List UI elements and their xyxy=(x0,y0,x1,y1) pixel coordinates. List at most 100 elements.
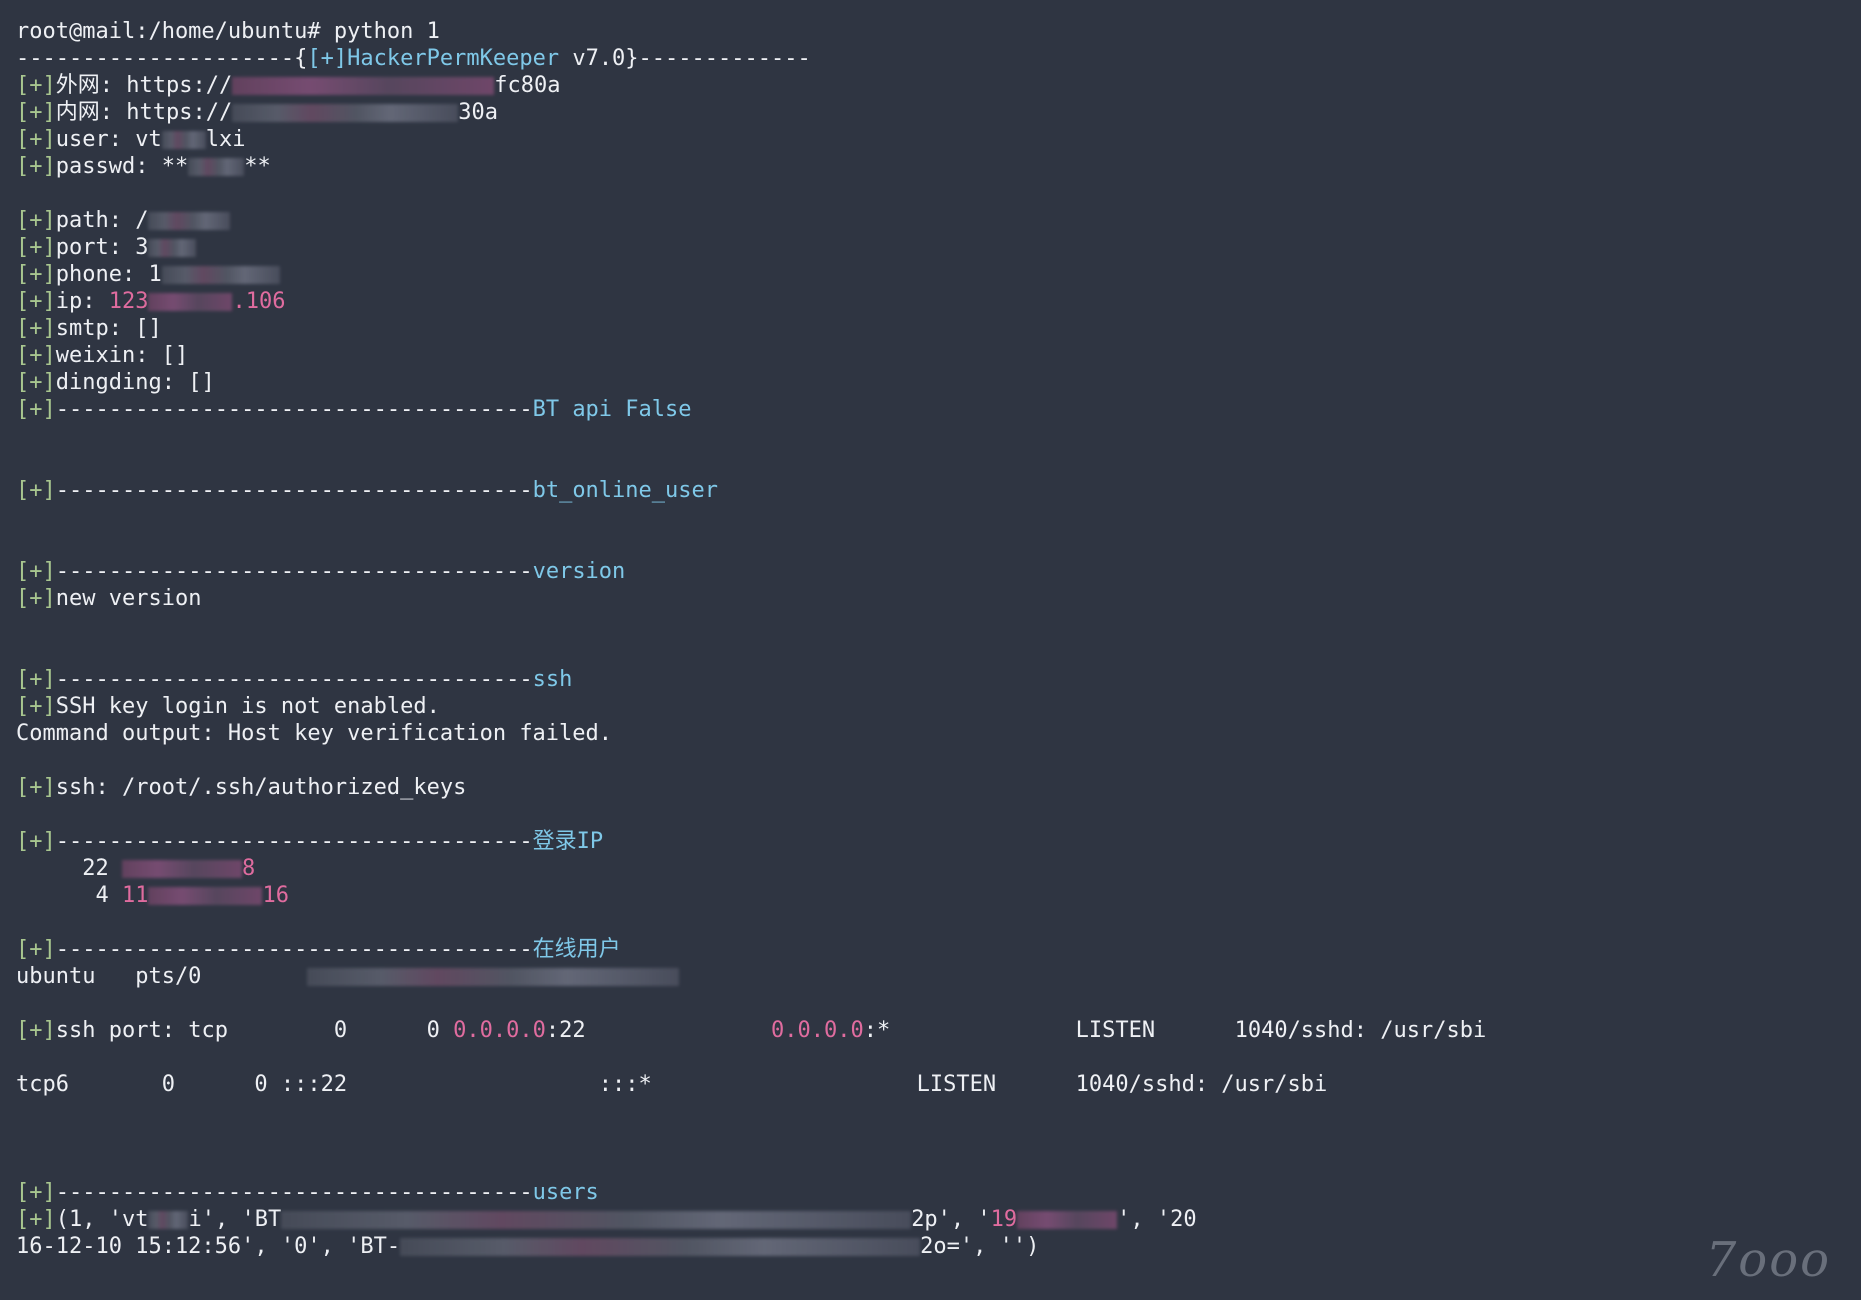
login-count: 4 xyxy=(16,883,122,908)
path-line: [+]path: / xyxy=(16,207,1861,234)
users-text: 2p', ' xyxy=(911,1207,991,1232)
phone-line: [+]phone: 1 xyxy=(16,261,1861,288)
port-value: 3 xyxy=(135,235,149,260)
dingding-value: dingding: [] xyxy=(55,370,215,395)
tcp6-line: tcp6 0 0 :::22 :::* LISTEN 1040/sshd: /u… xyxy=(16,1072,1328,1097)
redaction xyxy=(281,1211,912,1229)
users-text: i', 'BT xyxy=(188,1207,282,1232)
line-prefix: [+] xyxy=(16,559,56,584)
redaction xyxy=(1017,1211,1118,1229)
redaction xyxy=(148,1211,189,1229)
section-divider: ------------------------------------ xyxy=(55,829,533,854)
section-online-users: [+]------------------------------------在… xyxy=(16,936,1861,963)
ssh-port-local-addr: 0.0.0.0 xyxy=(453,1018,546,1043)
section-bt-api: [+]------------------------------------B… xyxy=(16,396,1861,423)
login-ip-end: 8 xyxy=(241,856,256,881)
ssh-port-line: [+]ssh port: tcp 0 0 0.0.0.0:22 0.0.0.0:… xyxy=(16,1017,1861,1044)
section-divider: ------------------------------------ xyxy=(55,667,533,692)
section-users: [+]------------------------------------u… xyxy=(16,1179,1861,1206)
banner-line: ---------------------{[+]HackerPermKeepe… xyxy=(16,45,1861,72)
line-prefix: [+] xyxy=(16,937,56,962)
user-label: user: xyxy=(55,127,136,152)
section-divider: ------------------------------------ xyxy=(55,397,533,422)
smtp-value: smtp: [] xyxy=(55,316,162,341)
line-prefix: [+] xyxy=(16,289,56,314)
ssh-key-line: [+]SSH key login is not enabled. xyxy=(16,693,1861,720)
section-divider: ------------------------------------ xyxy=(55,559,533,584)
line-prefix: [+] xyxy=(16,1207,56,1232)
phone-label: phone: xyxy=(55,262,149,287)
banner-tag: [+]HackerPermKeeper xyxy=(307,46,560,71)
redaction xyxy=(121,860,242,878)
redaction xyxy=(307,968,680,986)
section-title: users xyxy=(532,1180,599,1205)
section-divider: ------------------------------------ xyxy=(55,1180,533,1205)
section-title: 在线用户 xyxy=(532,937,621,962)
login-ip-row: 22 8 xyxy=(16,855,1861,882)
line-prefix: [+] xyxy=(16,100,56,125)
ssh-port-foreign-addr: 0.0.0.0 xyxy=(771,1018,864,1043)
passwd-label: passwd: xyxy=(55,154,162,179)
weixin-line: [+]weixin: [] xyxy=(16,342,1861,369)
passwd-value: ** xyxy=(161,154,189,179)
login-count: 22 xyxy=(16,856,122,881)
ip-line: [+]ip: 123 .106 xyxy=(16,288,1861,315)
waiwang-value-end: fc80a xyxy=(494,73,561,98)
passwd-line: [+]passwd: ** ** xyxy=(16,153,1861,180)
waiwang-label: 外网: xyxy=(55,73,127,98)
online-user-row: ubuntu pts/0 xyxy=(16,963,1861,990)
ssh-port-tail: :* LISTEN 1040/sshd: /usr/sbi xyxy=(863,1018,1487,1043)
section-divider: ------------------------------------ xyxy=(55,937,533,962)
redaction xyxy=(148,293,233,311)
ssh-port-mid: :22 xyxy=(545,1018,771,1043)
port-label: port: xyxy=(55,235,136,260)
new-version-text: new version xyxy=(55,586,202,611)
path-label: path: xyxy=(55,208,136,233)
section-divider: ------------------------------------ xyxy=(55,478,533,503)
weixin-value: weixin: [] xyxy=(55,343,189,368)
section-title: ssh xyxy=(532,667,573,692)
line-prefix: [+] xyxy=(16,370,56,395)
line-prefix: [+] xyxy=(16,73,56,98)
line-prefix: [+] xyxy=(16,316,56,341)
users-text: 2o=', '') xyxy=(920,1234,1040,1259)
users-pink-value: 19 xyxy=(990,1207,1018,1232)
user-value: vt xyxy=(135,127,162,152)
redaction xyxy=(400,1238,921,1256)
users-row: [+](1, 'vt i', 'BT 2p', '19 ', '20 xyxy=(16,1206,1861,1233)
line-prefix: [+] xyxy=(16,235,56,260)
command-prompt: root@mail:/home/ubuntu# python 1 xyxy=(16,19,440,44)
line-prefix: [+] xyxy=(16,1018,56,1043)
ssh-path-line: [+]ssh: /root/.ssh/authorized_keys xyxy=(16,774,1861,801)
users-text: ', '20 xyxy=(1117,1207,1197,1232)
login-ip-start: 11 xyxy=(121,883,149,908)
line-prefix: [+] xyxy=(16,586,56,611)
line-prefix: [+] xyxy=(16,262,56,287)
line-prefix: [+] xyxy=(16,127,56,152)
line-prefix: [+] xyxy=(16,829,56,854)
waiwang-line: [+]外网: https:// fc80a xyxy=(16,72,1861,99)
new-version-line: [+]new version xyxy=(16,585,1861,612)
section-title: bt_online_user xyxy=(532,478,719,503)
section-bt-online-user: [+]------------------------------------b… xyxy=(16,477,1861,504)
ssh-key-text: SSH key login is not enabled. xyxy=(55,694,440,719)
users-text: (1, 'vt xyxy=(55,1207,149,1232)
banner-left: ---------------------{ xyxy=(16,46,308,71)
user-value-end: lxi xyxy=(205,127,246,152)
neiwang-value: https:// xyxy=(126,100,233,125)
path-value: / xyxy=(135,208,149,233)
line-prefix: [+] xyxy=(16,208,56,233)
section-title: BT api False xyxy=(532,397,692,422)
line-prefix: [+] xyxy=(16,343,56,368)
port-line: [+]port: 3 xyxy=(16,234,1861,261)
terminal-window[interactable]: root@mail:/home/ubuntu# python 1 -------… xyxy=(0,0,1861,1300)
login-ip-row: 4 11 16 xyxy=(16,882,1861,909)
section-title: 登录IP xyxy=(532,829,604,854)
redaction xyxy=(148,212,231,230)
phone-value: 1 xyxy=(148,262,162,287)
banner-right: v7.0}------------- xyxy=(559,46,811,71)
user-line: [+]user: vt lxi xyxy=(16,126,1861,153)
ssh-path-text: ssh: /root/.ssh/authorized_keys xyxy=(55,775,467,800)
redaction xyxy=(232,77,495,95)
redaction xyxy=(161,131,206,149)
